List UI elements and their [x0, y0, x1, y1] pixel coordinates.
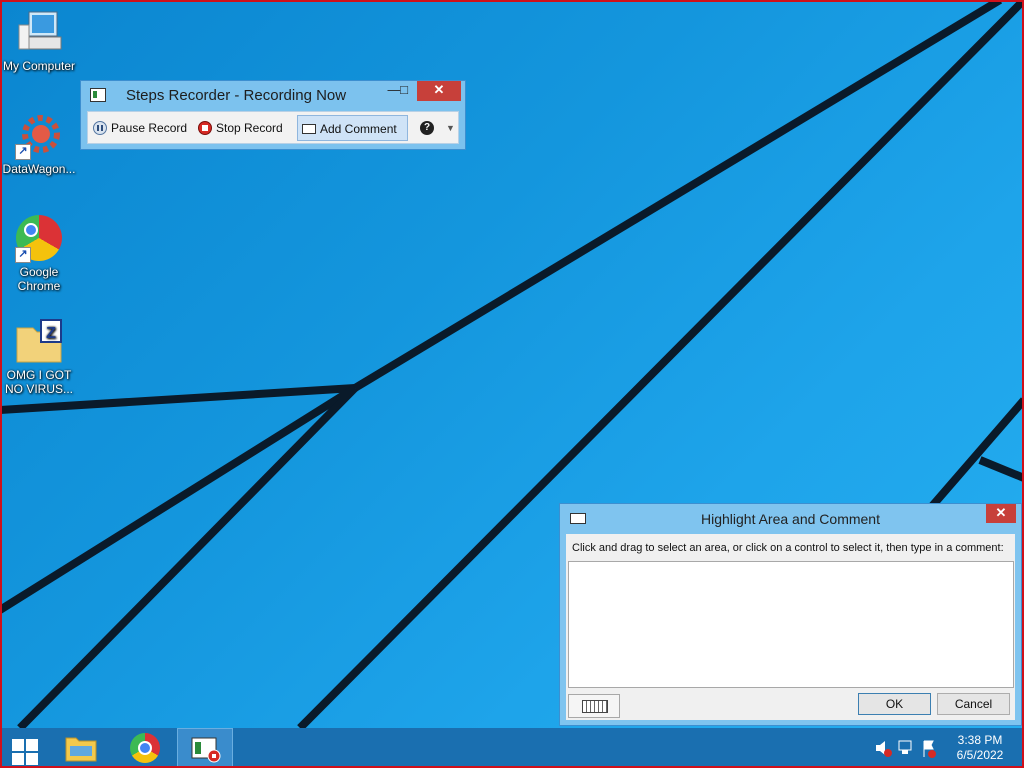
dialog-instruction: Click and drag to select an area, or cli… — [572, 542, 1004, 554]
steps-recorder-app-icon — [90, 88, 106, 102]
windows-logo-pane — [26, 739, 38, 751]
desktop-icon-my-computer[interactable]: My Computer — [1, 9, 77, 73]
chevron-down-icon[interactable]: ▼ — [446, 115, 455, 141]
windows-logo-pane — [26, 753, 38, 765]
dialog-close-button[interactable]: ✕ — [986, 504, 1016, 523]
clock-time: 3:38 PM — [957, 733, 1003, 747]
highlight-comment-dialog: Highlight Area and Comment ✕ Click and d… — [559, 503, 1022, 726]
maximize-button[interactable]: □ — [393, 81, 415, 101]
on-screen-keyboard-button[interactable] — [568, 694, 620, 718]
system-tray — [868, 728, 938, 768]
action-center-flag-icon[interactable] — [923, 740, 936, 758]
gear-icon: ↗ — [15, 112, 63, 160]
clock-date: 6/5/2022 — [956, 748, 1004, 762]
steps-recorder-window: Steps Recorder - Recording Now — □ ✕ Pau… — [80, 80, 466, 150]
help-button[interactable]: ? ▼ — [420, 115, 456, 141]
shortcut-arrow-icon: ↗ — [15, 247, 31, 263]
taskbar-steps-recorder[interactable] — [177, 728, 233, 768]
svg-text:Z: Z — [46, 325, 56, 342]
windows-logo-icon — [12, 739, 24, 751]
cancel-button[interactable]: Cancel — [937, 693, 1010, 715]
steps-recorder-titlebar[interactable]: Steps Recorder - Recording Now — □ ✕ — [81, 81, 465, 109]
comment-icon — [302, 123, 316, 134]
pause-record-button[interactable]: Pause Record — [90, 115, 187, 141]
computer-icon — [15, 9, 63, 57]
windows-logo-pane — [12, 753, 24, 765]
steps-recorder-title: Steps Recorder - Recording Now — [126, 87, 347, 104]
comment-input[interactable] — [568, 561, 1014, 688]
chrome-icon: ↗ — [15, 215, 63, 263]
keyboard-icon — [582, 700, 608, 713]
pause-icon — [93, 120, 107, 135]
network-icon[interactable] — [898, 740, 912, 754]
stop-icon — [198, 120, 212, 135]
taskbar-clock[interactable]: 3:38 PM 6/5/2022 — [940, 733, 1020, 763]
folder-icon — [65, 737, 97, 762]
desktop: My Computer ↗ DataWagon... ↗ Google Chro… — [0, 0, 1024, 728]
steps-recorder-toolbar: Pause Record Stop Record Add Comment ? ▼ — [87, 111, 459, 144]
start-button[interactable] — [10, 728, 40, 768]
help-icon: ? — [420, 120, 434, 135]
chrome-icon — [130, 733, 160, 763]
taskbar: 3:38 PM 6/5/2022 — [0, 728, 1024, 768]
dialog-title: Highlight Area and Comment — [701, 511, 880, 527]
desktop-icon-google-chrome[interactable]: ↗ Google Chrome — [1, 215, 77, 293]
ok-button[interactable]: OK — [858, 693, 931, 715]
steps-recorder-icon — [191, 737, 221, 763]
dialog-body: Click and drag to select an area, or cli… — [566, 534, 1015, 720]
shortcut-arrow-icon: ↗ — [15, 144, 31, 160]
close-button[interactable]: ✕ — [417, 81, 461, 101]
stop-record-button[interactable]: Stop Record — [198, 115, 283, 141]
taskbar-google-chrome[interactable] — [122, 728, 168, 768]
desktop-icon-zip-folder[interactable]: Z OMG I GOT NO VIRUS... — [1, 318, 77, 396]
speaker-muted-icon[interactable] — [876, 741, 892, 757]
add-comment-button[interactable]: Add Comment — [297, 115, 408, 141]
desktop-icon-datawagon[interactable]: ↗ DataWagon... — [1, 112, 77, 176]
taskbar-file-explorer[interactable] — [58, 728, 104, 768]
zip-folder-icon: Z — [15, 318, 63, 366]
